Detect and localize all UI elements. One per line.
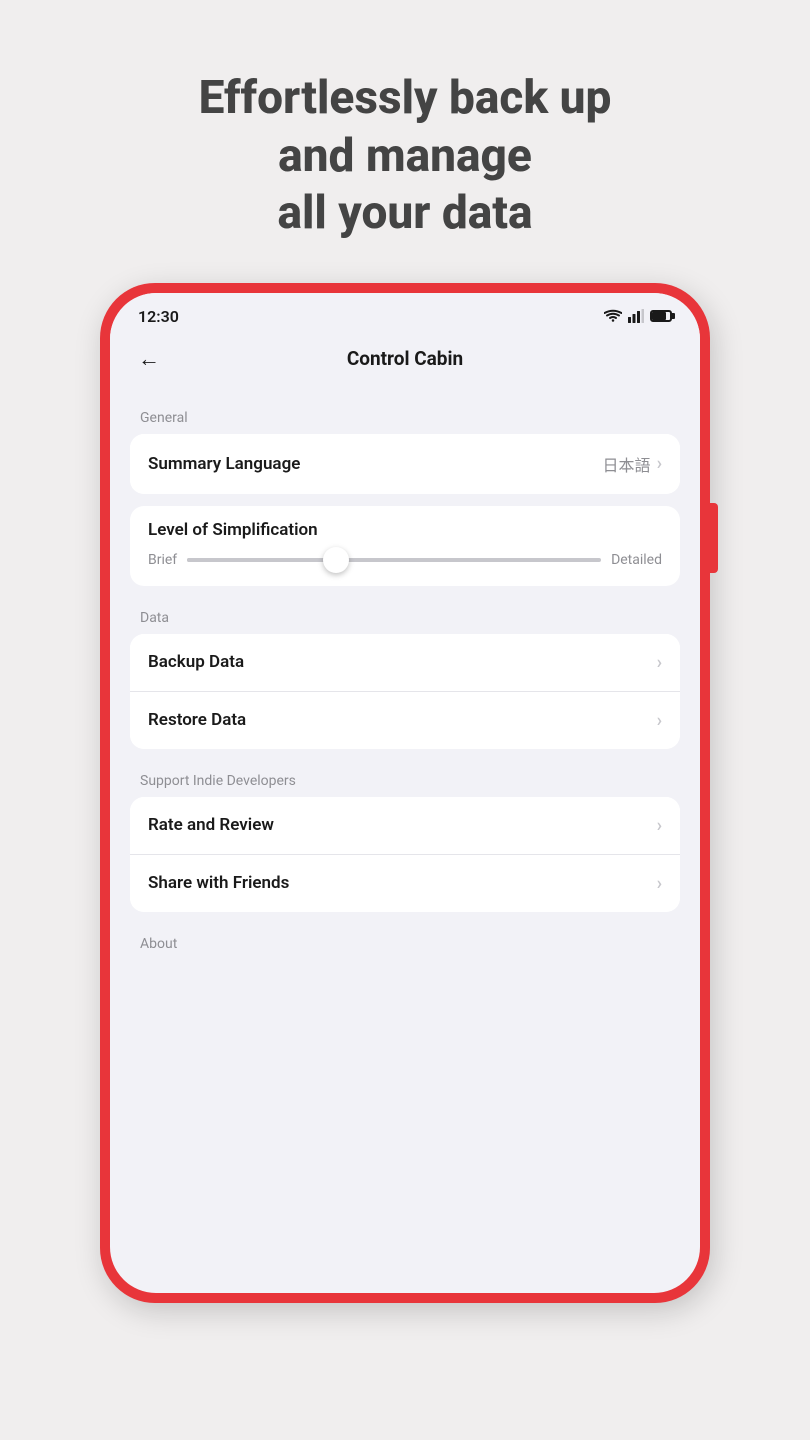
settings-row-share-friends[interactable]: Share with Friends ›	[130, 854, 680, 912]
settings-card-general: Summary Language 日本語 ›	[130, 434, 680, 494]
chevron-icon: ›	[657, 453, 662, 474]
share-friends-value: ›	[657, 873, 662, 894]
slider-label-brief: Brief	[148, 552, 177, 568]
restore-data-value: ›	[657, 710, 662, 731]
nav-bar: ← Control Cabin	[110, 334, 700, 388]
settings-card-data: Backup Data › Restore Data ›	[130, 634, 680, 749]
phone-screen: 12:30	[110, 293, 700, 1293]
settings-row-summary-language[interactable]: Summary Language 日本語 ›	[130, 434, 680, 494]
section-label-support: Support Indie Developers	[130, 761, 680, 797]
summary-language-value: 日本語 ›	[603, 452, 662, 476]
slider-thumb[interactable]	[323, 547, 349, 573]
back-button[interactable]: ←	[134, 342, 164, 376]
chevron-icon-share: ›	[657, 873, 662, 894]
slider-container: Brief Detailed	[148, 552, 662, 568]
summary-language-current: 日本語	[603, 452, 651, 476]
battery-icon	[650, 310, 672, 322]
slider-row: Level of Simplification Brief Detailed	[130, 506, 680, 586]
wifi-icon	[604, 309, 622, 323]
phone-frame: 12:30	[100, 283, 710, 1303]
backup-data-value: ›	[657, 652, 662, 673]
chevron-icon-rate: ›	[657, 815, 662, 836]
settings-content: General Summary Language 日本語 › Level of …	[110, 388, 700, 1293]
rate-review-value: ›	[657, 815, 662, 836]
share-friends-label: Share with Friends	[148, 873, 289, 893]
chevron-icon-restore: ›	[657, 710, 662, 731]
signal-icon	[628, 309, 644, 323]
section-label-about: About	[130, 924, 680, 960]
settings-card-support: Rate and Review › Share with Friends ›	[130, 797, 680, 912]
restore-data-label: Restore Data	[148, 710, 246, 730]
settings-row-restore-data[interactable]: Restore Data ›	[130, 691, 680, 749]
back-arrow-icon: ←	[138, 347, 160, 372]
section-label-data: Data	[130, 598, 680, 634]
settings-row-rate-review[interactable]: Rate and Review ›	[130, 797, 680, 854]
hero-title: Effortlessly back up and manage all your…	[139, 70, 672, 243]
status-icons	[604, 309, 672, 323]
slider-fill	[187, 558, 344, 562]
settings-row-backup-data[interactable]: Backup Data ›	[130, 634, 680, 691]
rate-review-label: Rate and Review	[148, 815, 274, 835]
status-time: 12:30	[138, 307, 179, 326]
slider-track[interactable]	[187, 558, 601, 562]
status-bar: 12:30	[110, 293, 700, 334]
summary-language-label: Summary Language	[148, 454, 300, 474]
section-label-general: General	[130, 398, 680, 434]
simplification-title: Level of Simplification	[148, 520, 662, 540]
settings-card-simplification: Level of Simplification Brief Detailed	[130, 506, 680, 586]
backup-data-label: Backup Data	[148, 652, 244, 672]
slider-label-detailed: Detailed	[611, 552, 662, 568]
chevron-icon-backup: ›	[657, 652, 662, 673]
nav-title: Control Cabin	[164, 347, 646, 370]
